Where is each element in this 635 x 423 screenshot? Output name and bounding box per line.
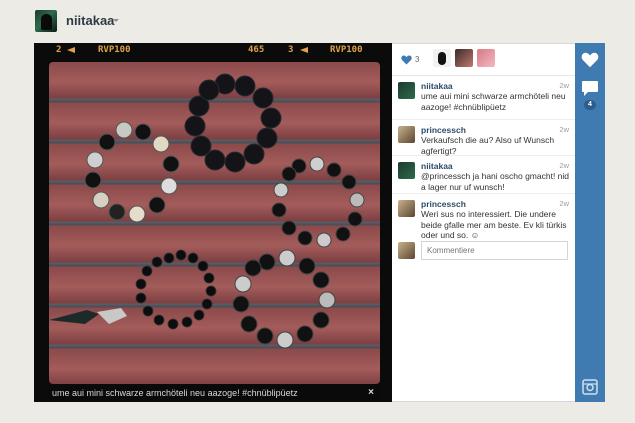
avatar[interactable] bbox=[398, 162, 415, 179]
film-frame-number-right: 3 bbox=[288, 45, 294, 55]
comment-icon[interactable] bbox=[581, 80, 599, 97]
comment-item: princessch 2w Verkaufsch die au? Also uf… bbox=[392, 120, 575, 156]
film-code-right: RVP100 bbox=[330, 45, 363, 55]
comment-item: niitakaa 2w ume aui mini schwarze armchö… bbox=[392, 76, 575, 120]
film-arrow-icon bbox=[67, 47, 75, 53]
photo-caption-bar: ume aui mini schwarze armchöteli neu aaz… bbox=[49, 384, 380, 402]
comment-text: @princessch ja hani oscho gmacht! nid a … bbox=[421, 171, 570, 192]
comment-username[interactable]: niitakaa bbox=[421, 81, 453, 91]
comment-username[interactable]: princessch bbox=[421, 125, 466, 135]
avatar[interactable] bbox=[398, 126, 415, 143]
comments-panel: 3 niitakaa 2w ume aui mini schwarze armc… bbox=[392, 43, 575, 402]
avatar[interactable] bbox=[398, 200, 415, 217]
liker-avatar[interactable] bbox=[455, 49, 473, 67]
comment-text: Verkaufsch die au? Also uf Wunsch agfert… bbox=[421, 135, 555, 156]
comment-username[interactable]: princessch bbox=[421, 199, 466, 209]
post-photo[interactable] bbox=[49, 62, 380, 384]
current-user-avatar bbox=[398, 242, 415, 259]
comment-item: princessch 2w Weri sus no interessiert. … bbox=[392, 194, 575, 240]
liker-avatar[interactable] bbox=[433, 49, 451, 67]
camera-icon[interactable] bbox=[582, 379, 598, 395]
action-bar: 4 bbox=[575, 43, 605, 402]
like-count: 3 bbox=[415, 55, 420, 64]
likes-row: 3 bbox=[392, 44, 575, 76]
top-bar: niitakaa bbox=[0, 0, 635, 44]
like-heart-icon[interactable] bbox=[581, 52, 599, 68]
film-frame-number-mid: 465 bbox=[248, 45, 265, 55]
comment-time: 2w bbox=[559, 125, 569, 134]
bracelets-photo bbox=[49, 73, 365, 349]
comment-count-badge: 4 bbox=[584, 100, 596, 110]
photo-caption: ume aui mini schwarze armchöteli neu aaz… bbox=[52, 388, 298, 398]
comment-username[interactable]: niitakaa bbox=[421, 161, 453, 171]
comment-time: 2w bbox=[559, 199, 569, 208]
chevron-down-icon[interactable] bbox=[113, 19, 119, 22]
liker-avatar[interactable] bbox=[477, 49, 495, 67]
comment-text: Weri sus no interessiert. Die undere bei… bbox=[421, 209, 567, 240]
profile-avatar[interactable] bbox=[35, 10, 57, 32]
avatar[interactable] bbox=[398, 82, 415, 99]
film-code-left: RVP100 bbox=[98, 45, 131, 55]
close-icon[interactable]: × bbox=[368, 384, 374, 402]
heart-icon[interactable] bbox=[401, 55, 412, 65]
comment-time: 2w bbox=[559, 161, 569, 170]
profile-username[interactable]: niitakaa bbox=[66, 13, 114, 28]
film-arrow-icon bbox=[300, 47, 308, 53]
comment-text: ume aui mini schwarze armchöteli neu aaz… bbox=[421, 91, 566, 112]
comment-time: 2w bbox=[559, 81, 569, 90]
comment-input[interactable] bbox=[421, 241, 568, 260]
film-frame-number-left: 2 bbox=[56, 45, 62, 55]
photo-panel: 2 RVP100 465 3 RVP100 ume aui mini schwa… bbox=[34, 43, 392, 402]
comment-item: niitakaa 2w @princessch ja hani oscho gm… bbox=[392, 156, 575, 194]
